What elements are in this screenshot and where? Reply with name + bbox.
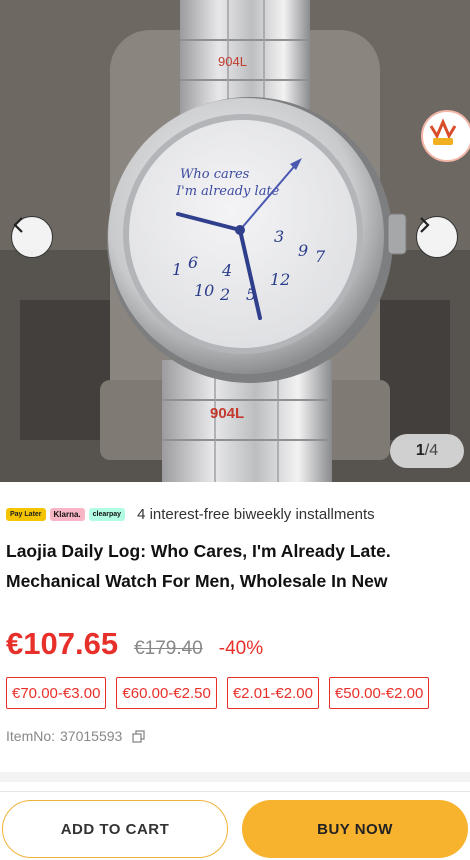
price-row: €107.65 €179.40 -40% xyxy=(6,626,263,662)
discount-percent: -40% xyxy=(218,638,264,659)
image-counter: 1 /4 xyxy=(390,434,464,468)
price-tier[interactable]: €60.00-€2.50 xyxy=(116,677,217,709)
action-bar-border xyxy=(0,791,470,792)
price-tier[interactable]: €70.00-€3.00 xyxy=(6,677,107,709)
add-to-cart-button[interactable]: ADD TO CART xyxy=(2,800,228,858)
klarna-logo: Klarna. xyxy=(49,508,85,521)
svg-text:2: 2 xyxy=(219,285,230,304)
svg-text:7: 7 xyxy=(315,247,326,266)
bracelet-stamp-bottom: 904L xyxy=(210,405,244,422)
svg-text:1: 1 xyxy=(172,260,182,279)
price-tiers: €70.00-€3.00 €60.00-€2.50 €2.01-€2.00 €5… xyxy=(6,677,430,709)
pay-later-logo: Pay Later xyxy=(6,508,46,521)
chevron-left-icon xyxy=(13,217,23,233)
product-image: 904L 904L Who cares I'm already late 1 6… xyxy=(0,0,470,482)
svg-text:9: 9 xyxy=(298,241,308,260)
next-image-button[interactable] xyxy=(416,216,458,258)
clearpay-logo: clearpay xyxy=(88,508,126,521)
price-tier[interactable]: €2.01-€2.00 xyxy=(226,677,319,709)
svg-text:3: 3 xyxy=(274,227,284,246)
original-price: €179.40 xyxy=(134,638,203,659)
price-tier[interactable]: €50.00-€2.00 xyxy=(328,677,430,709)
brand-badge xyxy=(421,110,470,162)
current-price: €107.65 xyxy=(6,626,119,661)
svg-text:4: 4 xyxy=(221,261,232,280)
product-title: Laojia Daily Log: Who Cares, I'm Already… xyxy=(6,541,391,591)
crown-icon xyxy=(429,118,457,145)
installments-text: 4 interest-free biweekly installments xyxy=(137,506,375,523)
previous-image-button[interactable] xyxy=(11,216,53,258)
chevron-right-icon xyxy=(420,217,430,233)
item-number-label: ItemNo: xyxy=(6,728,56,744)
svg-text:12: 12 xyxy=(270,270,290,289)
dial-text-line1: Who cares xyxy=(180,167,250,182)
copy-button[interactable] xyxy=(132,729,145,743)
item-number: ItemNo: 37015593 xyxy=(6,728,145,744)
bnpl-row[interactable]: Pay Later Klarna. clearpay 4 interest-fr… xyxy=(6,506,375,523)
section-divider xyxy=(0,772,470,782)
svg-text:6: 6 xyxy=(188,253,198,272)
image-counter-total: /4 xyxy=(424,442,439,459)
dial-text-line2: I'm already late xyxy=(175,184,280,199)
buy-now-button[interactable]: BUY NOW xyxy=(242,800,468,858)
svg-text:10: 10 xyxy=(194,281,214,300)
item-number-value: 37015593 xyxy=(60,728,123,744)
bracelet-stamp-top: 904L xyxy=(218,54,247,69)
image-counter-current: 1 xyxy=(415,442,425,459)
copy-icon xyxy=(132,729,145,743)
product-image-gallery[interactable]: 904L 904L Who cares I'm already late 1 6… xyxy=(0,0,470,482)
